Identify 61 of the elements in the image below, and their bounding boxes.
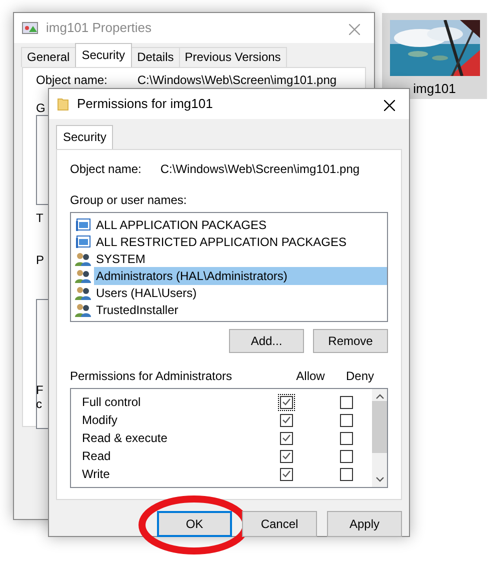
- checkbox[interactable]: [340, 396, 353, 408]
- tab[interactable]: Previous Versions: [178, 47, 287, 67]
- object-name-value: C:\Windows\Web\Screen\img101.png: [160, 161, 360, 178]
- checkbox[interactable]: [280, 450, 293, 462]
- object-name-label: Object name:: [70, 161, 142, 178]
- user-list-item[interactable]: ALL RESTRICTED APPLICATION PACKAGES: [94, 232, 349, 250]
- checkbox[interactable]: [340, 432, 353, 444]
- scrollbar[interactable]: [372, 389, 387, 487]
- dialog-title: Permissions for img101: [77, 95, 213, 114]
- users-icon: [75, 268, 91, 282]
- file-thumbnail[interactable]: img101: [382, 13, 487, 99]
- checkbox[interactable]: [340, 414, 353, 426]
- user-list-item[interactable]: ALL APPLICATION PACKAGES: [94, 216, 269, 234]
- text-fragment: T: [36, 210, 44, 227]
- user-list-item[interactable]: TrustedInstaller: [94, 300, 180, 318]
- app-package-icon: [75, 218, 91, 232]
- scroll-up-icon[interactable]: [376, 394, 384, 399]
- deny-header: Deny: [344, 368, 375, 385]
- object-name-label: Object name:: [36, 72, 108, 89]
- close-icon[interactable]: [384, 100, 395, 111]
- user-list-item[interactable]: Administrators (HAL\Administrators): [94, 266, 387, 284]
- users-icon: [75, 286, 91, 300]
- image-file-icon: [22, 22, 38, 34]
- app-package-icon: [75, 234, 91, 248]
- checkbox[interactable]: [280, 414, 293, 426]
- dialog-button[interactable]: OK: [157, 511, 232, 537]
- dialog-button[interactable]: Apply: [327, 511, 402, 537]
- group-names-label: Group or user names:: [70, 193, 187, 207]
- permissions-label: Permissions for Administrators: [70, 368, 234, 385]
- permission-name: Full control: [81, 394, 142, 411]
- text-fragment: P: [36, 252, 44, 269]
- users-icon: [75, 252, 91, 266]
- tab[interactable]: Security: [74, 43, 132, 67]
- dialog-button[interactable]: Cancel: [242, 511, 317, 537]
- permission-name: Modify: [81, 412, 118, 429]
- checkbox[interactable]: [340, 468, 353, 480]
- allow-header: Allow: [295, 368, 326, 385]
- checkbox[interactable]: [340, 450, 353, 462]
- tab[interactable]: General: [21, 47, 76, 67]
- file-name: img101: [413, 80, 456, 98]
- object-name-value: C:\Windows\Web\Screen\img101.png: [137, 72, 337, 89]
- window-title: img101 Properties: [46, 19, 152, 38]
- list-button[interactable]: Remove: [313, 329, 388, 353]
- checkbox[interactable]: [280, 468, 293, 480]
- permissions-list[interactable]: Full control Modify Read & execute Read Write: [70, 388, 388, 488]
- permission-name: Read: [81, 448, 112, 465]
- user-list-item[interactable]: SYSTEM: [94, 250, 148, 268]
- text-fragment: G: [36, 100, 46, 117]
- users-icon: [75, 302, 91, 316]
- scroll-thumb[interactable]: [372, 401, 387, 453]
- text-fragment: c: [36, 396, 42, 413]
- text-fragment: F: [36, 382, 44, 399]
- checkbox[interactable]: [280, 432, 293, 444]
- user-list-item[interactable]: Users (HAL\Users): [94, 284, 199, 302]
- tab[interactable]: Security: [56, 125, 114, 149]
- user-list[interactable]: ALL APPLICATION PACKAGES ALL RESTRICTED APPLICATION PACKAGES SYSTEM Administrators (HAL\Administrators) Users (HAL\Users) TrustedInstaller: [70, 212, 388, 322]
- folder-icon: [57, 97, 69, 111]
- list-button[interactable]: Add...: [229, 329, 304, 353]
- permission-name: Write: [81, 466, 111, 483]
- scroll-down-icon[interactable]: [376, 477, 384, 482]
- permission-name: Read & execute: [81, 430, 168, 447]
